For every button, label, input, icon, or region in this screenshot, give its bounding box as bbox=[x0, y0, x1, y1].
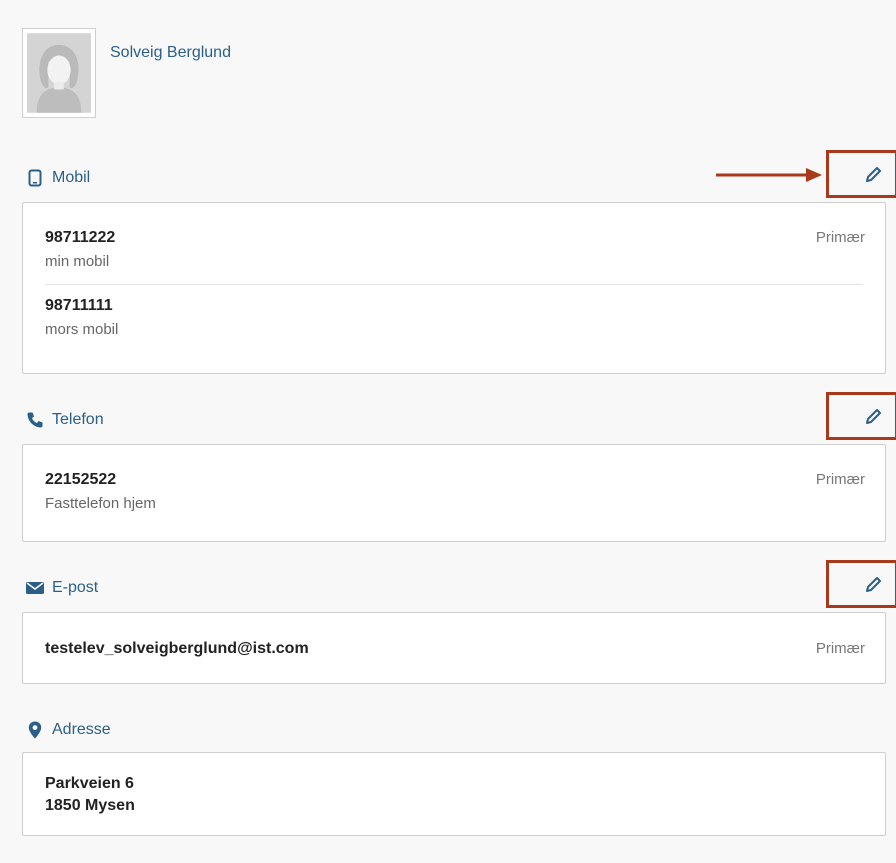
section-header-epost: E-post bbox=[26, 576, 98, 600]
email-address: testelev_solveigberglund@ist.com bbox=[45, 640, 309, 657]
annotation-arrow-icon bbox=[716, 168, 822, 182]
primary-badge: Primær bbox=[815, 471, 865, 488]
pencil-icon bbox=[866, 409, 881, 424]
epost-card: testelev_solveigberglund@ist.com Primær bbox=[22, 612, 886, 684]
address-block: Parkveien 6 1850 Mysen bbox=[23, 773, 885, 817]
adresse-card: Parkveien 6 1850 Mysen bbox=[22, 752, 886, 836]
primary-badge: Primær bbox=[815, 229, 865, 246]
edit-mobil-button[interactable] bbox=[826, 150, 896, 198]
phone-description: mors mobil bbox=[45, 321, 119, 338]
profile-name-link[interactable]: Solveig Berglund bbox=[110, 44, 231, 62]
list-item: 98711111 mors mobil bbox=[23, 297, 885, 338]
address-city: 1850 Mysen bbox=[45, 797, 135, 814]
edit-telefon-button[interactable] bbox=[826, 392, 896, 440]
map-marker-icon bbox=[26, 721, 44, 739]
mobil-card: 98711222 min mobil Primær 98711111 mors … bbox=[22, 202, 886, 374]
list-item: 98711222 min mobil Primær bbox=[23, 229, 885, 270]
telefon-card: 22152522 Fasttelefon hjem Primær bbox=[22, 444, 886, 542]
pencil-icon bbox=[866, 167, 881, 182]
section-label-telefon: Telefon bbox=[52, 411, 104, 428]
section-label-adresse: Adresse bbox=[52, 721, 111, 738]
phone-description: min mobil bbox=[45, 253, 110, 270]
phone-number: 98711222 bbox=[45, 229, 116, 246]
primary-badge: Primær bbox=[815, 640, 865, 657]
section-header-mobil: Mobil bbox=[26, 166, 90, 190]
section-header-adresse: Adresse bbox=[26, 718, 111, 742]
avatar bbox=[22, 28, 96, 118]
phone-number: 22152522 bbox=[45, 471, 117, 488]
phone-description: Fasttelefon hjem bbox=[45, 495, 156, 512]
list-item: testelev_solveigberglund@ist.com Primær bbox=[23, 640, 885, 658]
profile-header: Solveig Berglund bbox=[22, 28, 422, 120]
list-item: 22152522 Fasttelefon hjem Primær bbox=[23, 471, 885, 512]
section-header-telefon: Telefon bbox=[26, 408, 104, 432]
section-label-mobil: Mobil bbox=[52, 169, 91, 186]
mobile-phone-icon bbox=[26, 169, 44, 187]
section-label-epost: E-post bbox=[52, 579, 99, 596]
pencil-icon bbox=[866, 577, 881, 592]
divider bbox=[45, 284, 863, 285]
avatar-placeholder-icon bbox=[27, 33, 91, 113]
address-street: Parkveien 6 bbox=[45, 775, 134, 792]
edit-epost-button[interactable] bbox=[826, 560, 896, 608]
envelope-icon bbox=[26, 579, 44, 597]
phone-number: 98711111 bbox=[45, 297, 113, 314]
phone-icon bbox=[26, 411, 44, 429]
